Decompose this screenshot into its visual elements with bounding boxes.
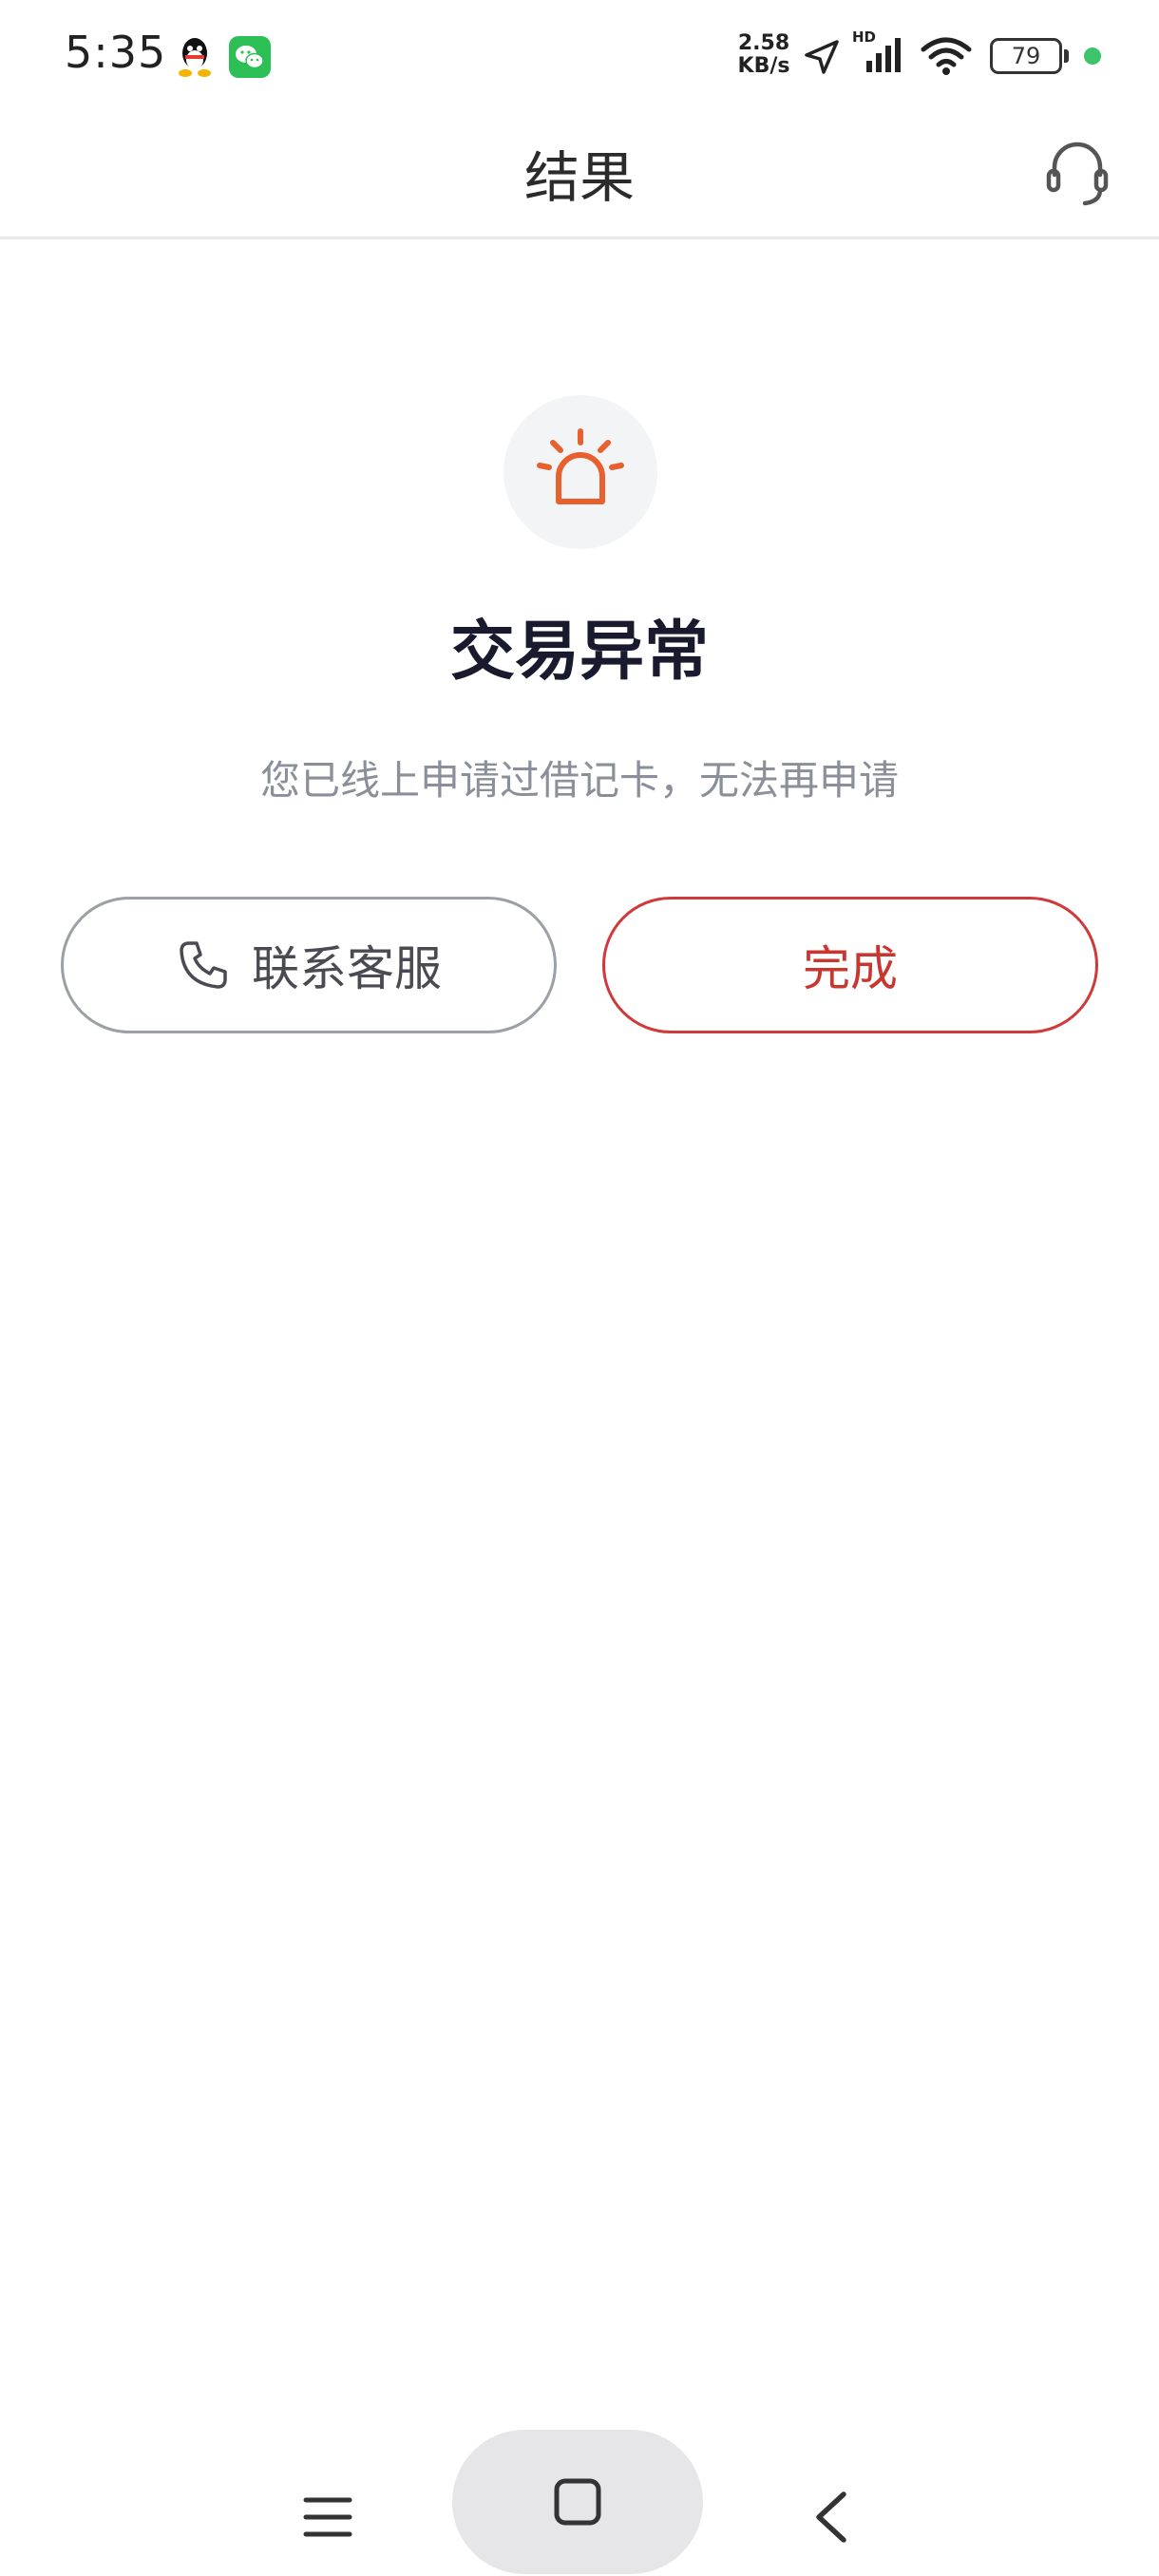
privacy-indicator-dot xyxy=(1084,47,1101,65)
network-speed-value: 2.58 xyxy=(737,31,790,55)
network-speed-unit: KB/s xyxy=(737,54,790,78)
location-arrow-icon xyxy=(805,40,839,74)
result-message: 您已线上申请过借记卡，无法再申请 xyxy=(259,757,899,804)
back-chevron-icon[interactable] xyxy=(809,2489,853,2546)
home-button[interactable] xyxy=(452,2430,703,2574)
recent-apps-menu-icon[interactable] xyxy=(302,2494,353,2540)
header: 结果 xyxy=(0,104,1159,239)
contact-customer-service-button[interactable]: 联系客服 xyxy=(61,897,557,1033)
qq-icon xyxy=(179,38,211,77)
cellular-signal-icon xyxy=(866,38,901,72)
wechat-icon xyxy=(229,36,271,78)
contact-button-label: 联系客服 xyxy=(252,941,442,996)
home-square-icon xyxy=(554,2478,601,2526)
page-title: 结果 xyxy=(523,145,635,210)
alarm-light-icon xyxy=(537,428,624,504)
customer-service-headset-icon[interactable] xyxy=(1041,137,1113,209)
battery-indicator: 79 xyxy=(990,38,1062,74)
system-navigation-bar xyxy=(0,2413,1159,2576)
wifi-icon xyxy=(921,37,972,75)
alert-icon-circle xyxy=(504,395,657,549)
result-title: 交易异常 xyxy=(449,615,709,690)
result-screen: 5:35 2.58 KB/s HD 79 结果 交易异常 您已线上申请过借记卡，… xyxy=(0,0,1159,2576)
done-button-label: 完成 xyxy=(803,941,898,996)
status-time: 5:35 xyxy=(65,27,167,78)
battery-tip xyxy=(1064,49,1069,63)
phone-icon xyxy=(180,941,227,989)
status-bar: 5:35 2.58 KB/s HD 79 xyxy=(0,0,1159,104)
done-button[interactable]: 完成 xyxy=(602,897,1098,1033)
network-speed: 2.58 KB/s xyxy=(733,32,794,78)
